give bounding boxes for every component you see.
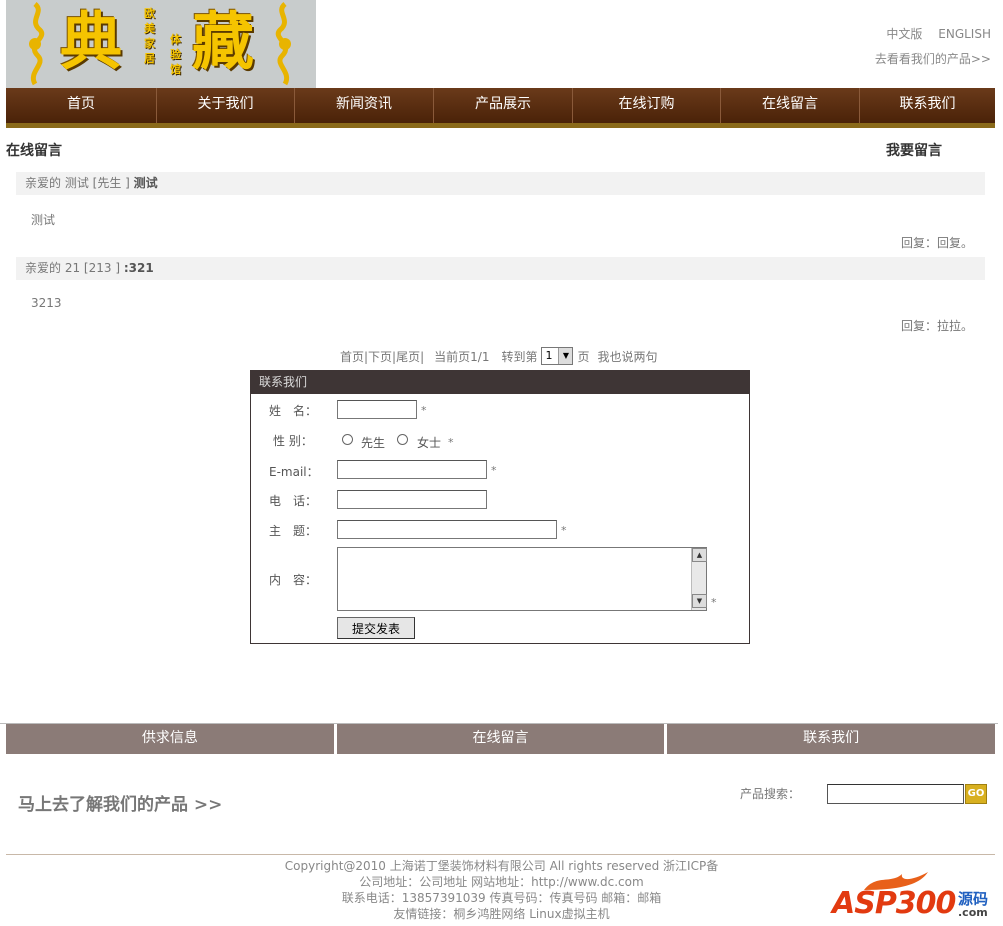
say-something-link[interactable]: 我也说两句 <box>598 348 658 365</box>
lang-chinese-link[interactable]: 中文版 <box>886 27 922 41</box>
nav-item-guestbook[interactable]: 在线留言 <box>721 88 860 123</box>
email-field[interactable] <box>337 460 487 479</box>
reply-text: 回复。 <box>936 236 973 250</box>
footer-nav-guestbook[interactable]: 在线留言 <box>336 724 665 754</box>
search-go-button[interactable]: GO <box>965 784 987 804</box>
form-title: 联系我们 <box>251 371 749 394</box>
message-body: 3213 <box>31 296 62 310</box>
message-prefix: 亲爱的 <box>25 261 62 275</box>
submit-button[interactable]: 提交发表 <box>337 617 415 639</box>
message-subject: :321 <box>123 261 154 275</box>
gender-female-label: 女士 <box>417 436 442 450</box>
gender-label: 性 别： <box>273 434 313 448</box>
nav-item-home[interactable]: 首页 <box>6 88 157 123</box>
footer-nav: 供求信息 在线留言 联系我们 <box>6 724 996 754</box>
pager-current: 当前页1/1 <box>434 349 490 364</box>
pager-unit: 页 <box>577 349 590 364</box>
pager-goto-label: 转到第 <box>501 349 538 364</box>
logo-vertical-text-2: 体验馆 <box>170 33 181 76</box>
required-mark: * <box>421 404 427 417</box>
site-logo[interactable]: 典 欧美家居 体验馆 藏 <box>6 0 316 88</box>
message-body: 测试 <box>31 213 56 227</box>
products-promo-link[interactable]: 马上去了解我们的产品 >> <box>18 790 222 815</box>
pagination: 首页|下页|尾页| 当前页1/1 转到第 1 ▼ 页 我也说两句 <box>340 346 658 366</box>
message-reply: 回复：回复。 <box>901 234 973 251</box>
logo-vertical-text-1: 欧美家居 <box>144 7 155 65</box>
content-textarea[interactable] <box>337 547 707 611</box>
message-reply: 回复：拉拉。 <box>901 317 973 334</box>
lang-english-link[interactable]: ENGLISH <box>938 27 991 41</box>
footer-nav-contact[interactable]: 联系我们 <box>667 724 996 754</box>
logo-char-1: 典 <box>60 5 123 78</box>
message-author: 21 [213 ] <box>64 261 121 275</box>
required-mark: * <box>491 464 497 477</box>
top-links: 中文版 ENGLISH 去看看我们的产品>> <box>874 22 991 72</box>
message-form: 联系我们 姓 名： * 性 别： 先生 女士 * E-mail： * 电 话： … <box>250 370 750 644</box>
watermark-domain: .com <box>958 906 988 919</box>
main-nav: 首页 关于我们 新闻资讯 产品展示 在线订购 在线留言 联系我们 <box>6 88 995 128</box>
page-select[interactable]: 1 ▼ <box>541 347 574 365</box>
pager-links[interactable]: 首页|下页|尾页| <box>340 348 424 365</box>
content-label: 内 容： <box>269 573 318 587</box>
reply-text: 拉拉。 <box>936 319 973 333</box>
phone-label: 电 话： <box>269 494 318 508</box>
divider <box>6 854 995 855</box>
page-select-value: 1 <box>545 349 553 362</box>
email-label: E-mail： <box>269 465 319 479</box>
watermark-brand: ASP300 <box>832 886 956 921</box>
message-subject: 测试 <box>133 176 158 190</box>
message-header: 亲爱的 21 [213 ] :321 <box>16 257 985 280</box>
required-mark: * <box>561 524 567 537</box>
required-mark: * <box>711 596 717 609</box>
dragon-ornament-right-icon <box>275 2 291 86</box>
message-prefix: 亲爱的 <box>25 176 62 190</box>
footer-nav-supply[interactable]: 供求信息 <box>6 724 334 754</box>
chevron-down-icon: ▼ <box>558 348 573 364</box>
logo-char-2: 藏 <box>192 5 255 78</box>
name-label: 姓 名： <box>269 404 318 418</box>
product-search-label: 产品搜索： <box>740 787 801 801</box>
nav-item-news[interactable]: 新闻资讯 <box>295 88 434 123</box>
reply-label: 回复： <box>900 236 937 250</box>
gender-female-radio[interactable] <box>397 434 408 445</box>
subject-label: 主 题： <box>269 524 318 538</box>
name-field[interactable] <box>337 400 417 419</box>
nav-item-contact[interactable]: 联系我们 <box>860 88 995 123</box>
asp300-watermark: ASP300 源码 .com <box>832 868 1002 924</box>
leave-message-link[interactable]: 我要留言 <box>886 140 942 160</box>
dragon-ornament-left-icon <box>29 2 45 86</box>
phone-field[interactable] <box>337 490 487 509</box>
nav-item-order[interactable]: 在线订购 <box>573 88 721 123</box>
required-mark: * <box>448 436 454 449</box>
gender-male-label: 先生 <box>361 436 386 450</box>
product-search-input[interactable] <box>827 784 964 804</box>
gender-male-radio[interactable] <box>342 434 353 445</box>
textarea-scrollbar[interactable]: ▲ ▼ <box>691 548 707 610</box>
scroll-down-icon[interactable]: ▼ <box>692 594 707 608</box>
scroll-up-icon[interactable]: ▲ <box>692 548 707 562</box>
page-title: 在线留言 <box>6 143 62 159</box>
reply-label: 回复： <box>900 319 937 333</box>
subject-field[interactable] <box>337 520 557 539</box>
nav-item-about[interactable]: 关于我们 <box>157 88 295 123</box>
message-header: 亲爱的 测试 [先生 ] 测试 <box>16 172 985 195</box>
message-author: 测试 [先生 ] <box>64 176 130 190</box>
view-products-link[interactable]: 去看看我们的产品>> <box>874 47 991 72</box>
nav-item-products[interactable]: 产品展示 <box>434 88 573 123</box>
